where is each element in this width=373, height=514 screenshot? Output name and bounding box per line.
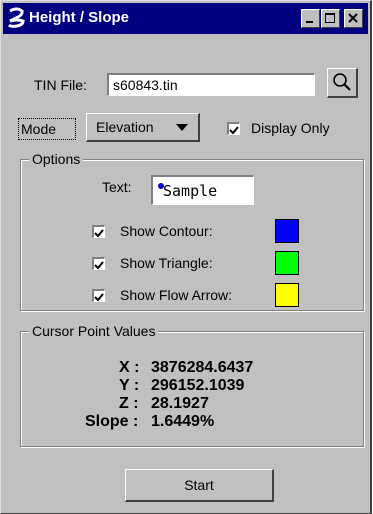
text-sample-box[interactable]: Sample	[151, 175, 254, 205]
start-button[interactable]: Start	[125, 469, 274, 502]
chevron-down-icon	[176, 124, 188, 131]
cursor-z-label: Z :	[119, 395, 139, 412]
show-contour-label: Show Contour:	[120, 223, 213, 239]
text-label: Text:	[102, 179, 132, 195]
magnifier-icon	[333, 73, 351, 91]
checkmark-icon	[94, 229, 104, 238]
maximize-button[interactable]	[321, 9, 340, 28]
title-bar[interactable]: Height / Slope	[3, 3, 368, 34]
maximize-icon	[325, 13, 335, 23]
close-icon	[348, 13, 358, 23]
browse-button[interactable]	[327, 68, 358, 98]
contour-color-swatch[interactable]	[275, 219, 299, 243]
cursor-values-title: Cursor Point Values	[29, 323, 159, 339]
window-title: Height / Slope	[29, 9, 130, 26]
checkmark-icon	[94, 261, 104, 270]
minimize-icon	[306, 21, 313, 23]
tin-file-value: s60843.tin	[113, 77, 178, 93]
minimize-button[interactable]	[301, 9, 320, 28]
mode-label-focus: Mode	[18, 118, 76, 140]
height-slope-window: Height / Slope TIN File: s60843.tin Mode…	[0, 0, 372, 514]
display-only-label: Display Only	[251, 120, 330, 136]
display-only-checkbox[interactable]	[227, 122, 240, 135]
show-triangle-checkbox[interactable]	[92, 257, 105, 270]
app-logo-icon	[7, 7, 25, 28]
options-title: Options	[29, 151, 84, 167]
cursor-y-value: 296152.1039	[151, 377, 245, 394]
checkmark-icon	[94, 293, 104, 302]
cursor-z-value: 28.1927	[151, 395, 209, 412]
cursor-x-value: 3876284.6437	[151, 359, 254, 376]
cursor-y-label: Y :	[119, 377, 140, 394]
tin-file-label: TIN File:	[34, 77, 87, 93]
mode-selected: Elevation	[96, 119, 154, 135]
text-sample: Sample	[163, 182, 218, 200]
show-flow-arrow-checkbox[interactable]	[92, 289, 105, 302]
triangle-color-swatch[interactable]	[275, 251, 299, 275]
cursor-x-label: X :	[119, 359, 140, 376]
slope-value: 1.6449%	[151, 413, 215, 430]
checkmark-icon	[229, 126, 239, 135]
show-triangle-label: Show Triangle:	[120, 255, 213, 271]
slope-label: Slope :	[85, 413, 139, 430]
close-button[interactable]	[344, 9, 363, 28]
show-flow-arrow-label: Show Flow Arrow:	[120, 287, 233, 303]
show-contour-checkbox[interactable]	[92, 225, 105, 238]
tin-file-field[interactable]: s60843.tin	[107, 73, 315, 96]
flow-arrow-color-swatch[interactable]	[275, 283, 299, 307]
mode-dropdown[interactable]: Elevation	[86, 113, 200, 142]
start-label: Start	[184, 477, 214, 493]
mode-label: Mode	[21, 121, 57, 137]
